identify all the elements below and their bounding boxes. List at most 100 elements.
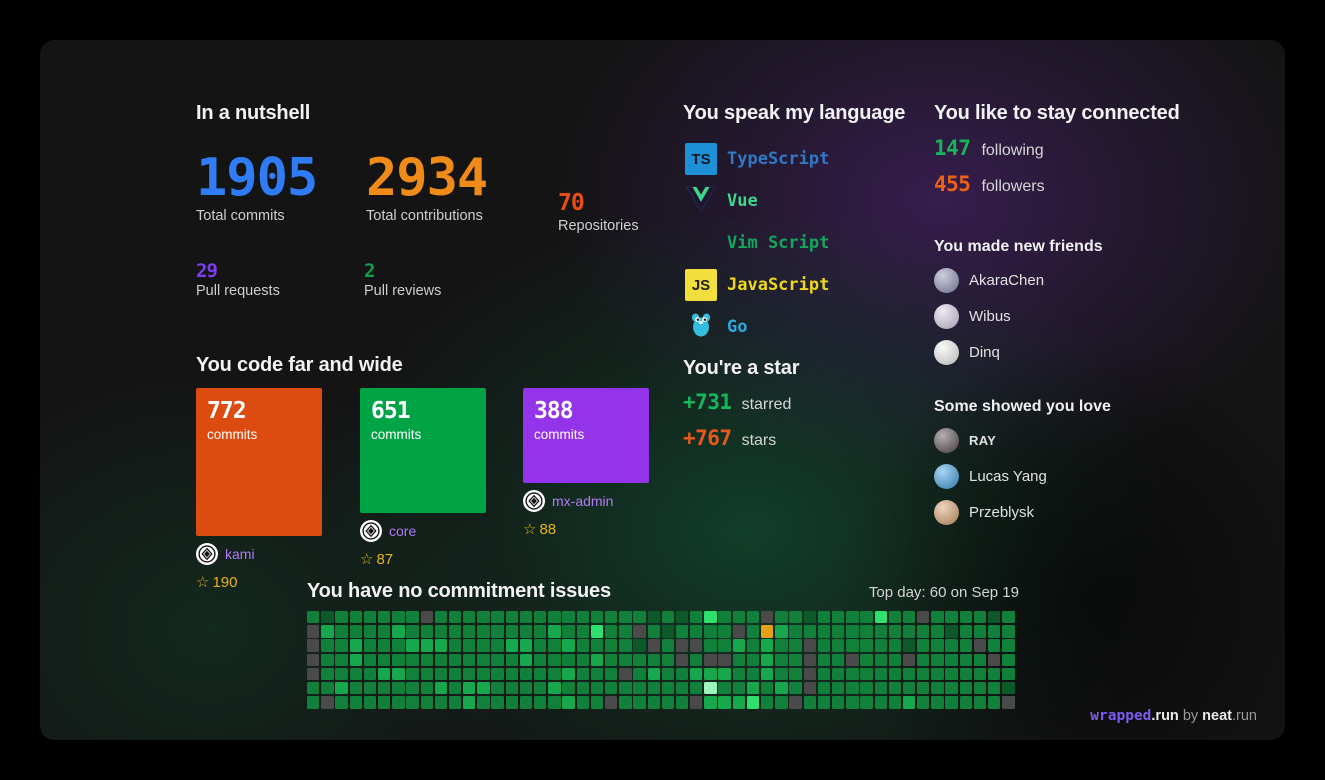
heatmap-cell[interactable] (505, 653, 519, 666)
heatmap-cell[interactable] (704, 611, 717, 624)
person-row[interactable]: AkaraChen (934, 262, 1044, 298)
heatmap-cell[interactable] (604, 667, 618, 681)
heatmap-cell[interactable] (349, 681, 362, 695)
heatmap-cell[interactable] (746, 639, 760, 652)
heatmap-cell[interactable] (505, 667, 519, 681)
heatmap-cell[interactable] (661, 696, 675, 709)
heatmap-cell[interactable] (548, 667, 561, 681)
heatmap-cell[interactable] (959, 681, 973, 695)
heatmap-cell[interactable] (817, 653, 831, 666)
heatmap-cell[interactable] (789, 667, 802, 681)
heatmap-cell[interactable] (619, 681, 632, 695)
heatmap-cell[interactable] (548, 611, 561, 624)
heatmap-cell[interactable] (647, 696, 660, 709)
heatmap-cell[interactable] (661, 639, 675, 652)
heatmap-cell[interactable] (619, 625, 632, 638)
heatmap-cell[interactable] (420, 611, 433, 624)
heatmap-cell[interactable] (775, 639, 788, 652)
heatmap-cell[interactable] (307, 639, 320, 652)
heatmap-cell[interactable] (434, 653, 448, 666)
heatmap-cell[interactable] (789, 681, 802, 695)
heatmap-cell[interactable] (519, 653, 533, 666)
heatmap-cell[interactable] (633, 653, 646, 666)
heatmap-cell[interactable] (746, 625, 760, 638)
footer-wrapped-suffix[interactable]: .run (1151, 708, 1178, 724)
heatmap-cell[interactable] (619, 696, 632, 709)
heatmap-cell[interactable] (803, 639, 816, 652)
heatmap-cell[interactable] (633, 611, 646, 624)
heatmap-cell[interactable] (973, 667, 987, 681)
heatmap-cell[interactable] (959, 696, 973, 709)
heatmap-cell[interactable] (548, 681, 561, 695)
heatmap-cell[interactable] (732, 639, 746, 652)
heatmap-cell[interactable] (307, 625, 320, 638)
heatmap-cell[interactable] (307, 611, 320, 624)
heatmap-cell[interactable] (902, 696, 916, 709)
heatmap-cell[interactable] (434, 696, 448, 709)
heatmap-cell[interactable] (406, 625, 419, 638)
heatmap-cell[interactable] (817, 639, 831, 652)
heatmap-cell[interactable] (590, 611, 604, 624)
heatmap-cell[interactable] (690, 653, 703, 666)
person-row[interactable]: RAY (934, 422, 1047, 458)
heatmap-cell[interactable] (1002, 696, 1015, 709)
heatmap-cell[interactable] (647, 611, 660, 624)
heatmap-cell[interactable] (590, 653, 604, 666)
heatmap-cell[interactable] (988, 681, 1001, 695)
heatmap-cell[interactable] (959, 667, 973, 681)
heatmap-cell[interactable] (860, 653, 873, 666)
heatmap-cell[interactable] (690, 611, 703, 624)
heatmap-cell[interactable] (931, 611, 944, 624)
heatmap-cell[interactable] (448, 611, 462, 624)
heatmap-cell[interactable] (888, 611, 902, 624)
heatmap-cell[interactable] (619, 653, 632, 666)
heatmap-cell[interactable] (1002, 653, 1015, 666)
heatmap-cell[interactable] (775, 653, 788, 666)
heatmap-cell[interactable] (704, 653, 717, 666)
heatmap-cell[interactable] (335, 681, 348, 695)
heatmap-cell[interactable] (675, 667, 689, 681)
heatmap-cell[interactable] (718, 611, 731, 624)
heatmap-cell[interactable] (888, 696, 902, 709)
heatmap-cell[interactable] (675, 681, 689, 695)
heatmap-cell[interactable] (307, 681, 320, 695)
heatmap-cell[interactable] (888, 639, 902, 652)
heatmap-cell[interactable] (406, 639, 419, 652)
heatmap-cell[interactable] (704, 696, 717, 709)
heatmap-cell[interactable] (732, 667, 746, 681)
heatmap-cell[interactable] (846, 625, 859, 638)
heatmap-cell[interactable] (463, 611, 476, 624)
heatmap-cell[interactable] (519, 696, 533, 709)
heatmap-cell[interactable] (619, 639, 632, 652)
heatmap-cell[interactable] (746, 653, 760, 666)
heatmap-cell[interactable] (789, 625, 802, 638)
heatmap-cell[interactable] (562, 653, 575, 666)
heatmap-cell[interactable] (491, 681, 504, 695)
heatmap-cell[interactable] (973, 653, 987, 666)
heatmap-cell[interactable] (321, 611, 334, 624)
heatmap-cell[interactable] (392, 653, 405, 666)
heatmap-cell[interactable] (463, 681, 476, 695)
heatmap-cell[interactable] (973, 611, 987, 624)
heatmap-cell[interactable] (534, 625, 547, 638)
heatmap-cell[interactable] (448, 696, 462, 709)
heatmap-cell[interactable] (534, 653, 547, 666)
heatmap-cell[interactable] (633, 667, 646, 681)
heatmap-cell[interactable] (746, 681, 760, 695)
heatmap-cell[interactable] (846, 639, 859, 652)
heatmap-cell[interactable] (463, 667, 476, 681)
heatmap-cell[interactable] (846, 611, 859, 624)
heatmap-cell[interactable] (888, 625, 902, 638)
heatmap-cell[interactable] (803, 653, 816, 666)
heatmap-cell[interactable] (534, 611, 547, 624)
heatmap-cell[interactable] (888, 667, 902, 681)
heatmap-cell[interactable] (335, 653, 348, 666)
heatmap-cell[interactable] (505, 639, 519, 652)
heatmap-cell[interactable] (931, 667, 944, 681)
repo-name-row[interactable]: mx-admin (523, 490, 649, 512)
heatmap-cell[interactable] (675, 611, 689, 624)
heatmap-cell[interactable] (761, 625, 774, 638)
heatmap-cell[interactable] (704, 667, 717, 681)
heatmap-cell[interactable] (477, 639, 490, 652)
heatmap-cell[interactable] (973, 639, 987, 652)
